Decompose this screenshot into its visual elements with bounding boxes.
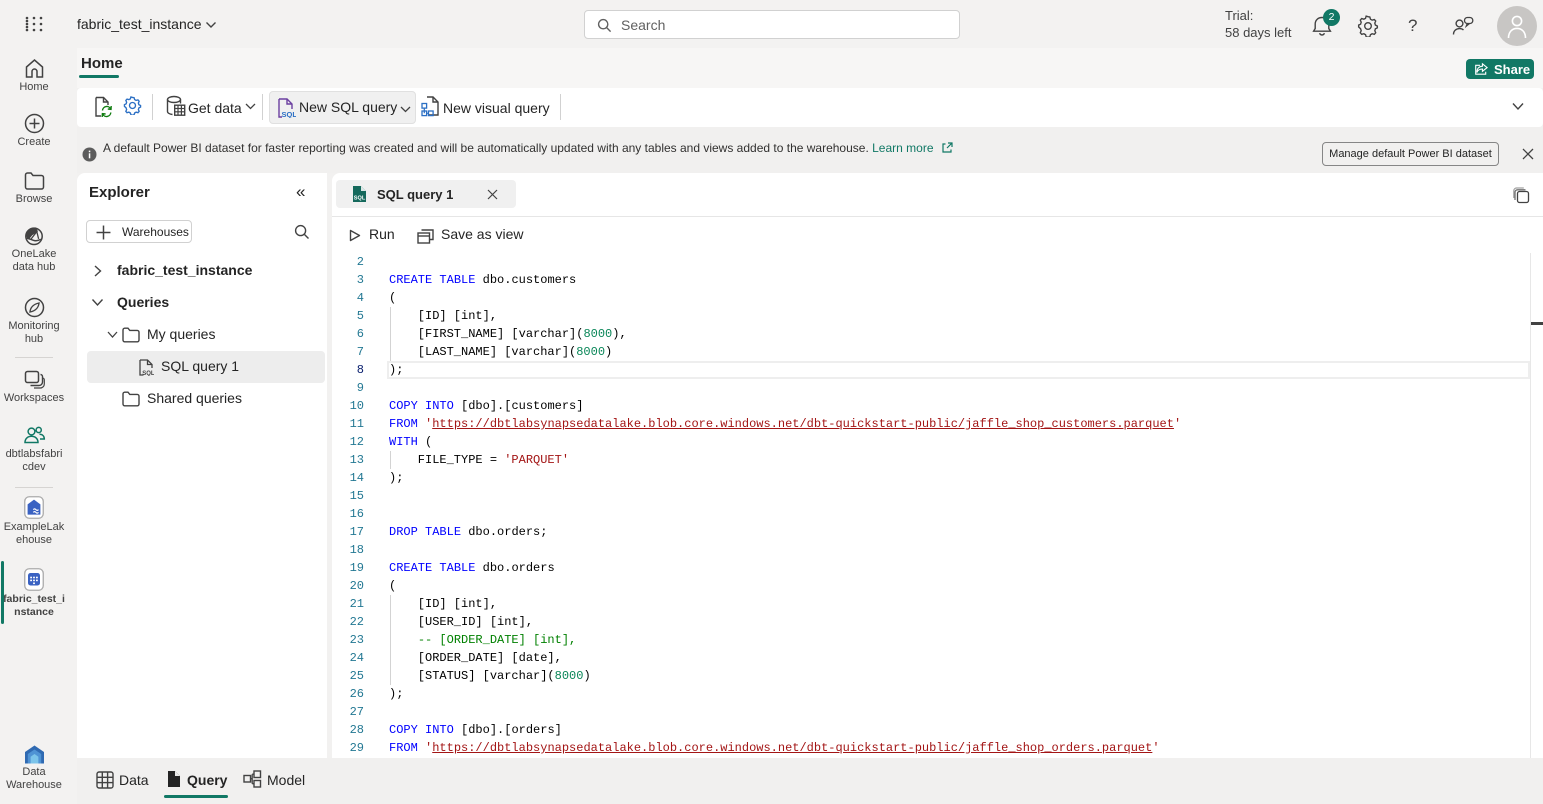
svg-text:SQL: SQL — [354, 196, 366, 202]
svg-text:SQL: SQL — [142, 371, 154, 376]
svg-text:SQL: SQL — [282, 110, 297, 118]
